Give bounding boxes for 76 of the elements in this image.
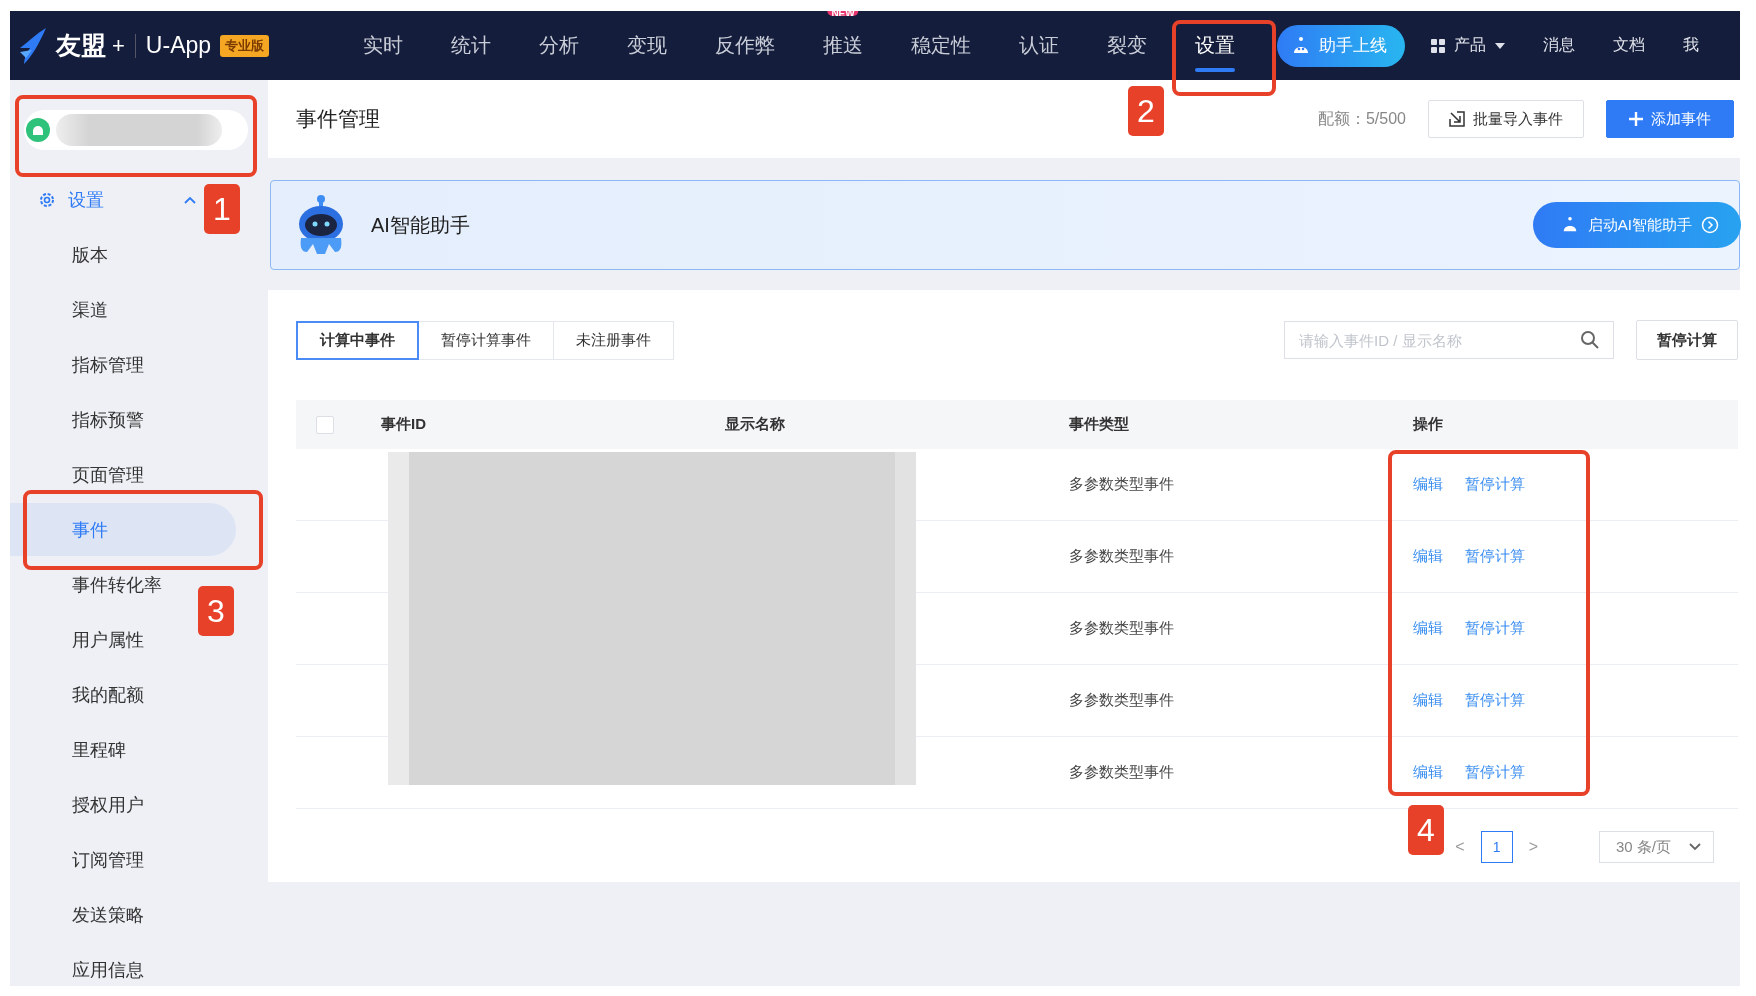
search-field[interactable]: 请输入事件ID / 显示名称 <box>1284 321 1614 359</box>
nav-tab[interactable]: 统计 <box>427 11 516 80</box>
brand-name: 友盟 <box>56 30 106 61</box>
page-size-select[interactable]: 30 条/页 <box>1598 831 1714 863</box>
settings-icon <box>38 190 56 209</box>
nav-tab[interactable]: 稳定性 <box>887 11 996 80</box>
sidebar-item[interactable]: 渠道 <box>10 283 236 336</box>
nav-tab[interactable]: 裂变 <box>1083 11 1172 80</box>
select-all-checkbox[interactable] <box>316 416 334 434</box>
settings-section[interactable]: 设置 <box>38 179 104 220</box>
page-button[interactable]: 1 <box>1480 831 1513 863</box>
step-number: 4 <box>1408 805 1444 855</box>
sidebar-item[interactable]: 里程碑 <box>10 723 236 776</box>
column-header: 事件类型 <box>1069 415 1129 432</box>
sidebar-item[interactable]: 订阅管理 <box>10 833 236 886</box>
table-cell: 多参数类型事件 <box>1069 763 1174 780</box>
import-button[interactable]: 批量导入事件 <box>1428 100 1584 138</box>
pause-link[interactable]: 暂停计算 <box>1465 547 1525 564</box>
sidebar-item[interactable]: 页面管理 <box>10 448 236 501</box>
column-header: 操作 <box>1413 415 1443 432</box>
table-cell: 多参数类型事件 <box>1069 691 1174 708</box>
sidebar-item[interactable]: 授权用户 <box>10 778 236 831</box>
table-cell: 多参数类型事件 <box>1069 547 1174 564</box>
edit-link[interactable]: 编辑 <box>1413 547 1443 564</box>
edit-link[interactable]: 编辑 <box>1413 691 1443 708</box>
table-cell: 多参数类型事件 <box>1069 619 1174 636</box>
android-icon <box>26 118 50 142</box>
edit-link[interactable]: 编辑 <box>1413 619 1443 636</box>
sidebar-item[interactable]: 应用信息 <box>10 943 236 986</box>
sidebar-item[interactable]: 我的配额 <box>10 668 236 721</box>
quota-text: 配额：5/500 <box>1317 108 1406 129</box>
pause-link[interactable]: 暂停计算 <box>1465 691 1525 708</box>
filter-tab[interactable]: 计算中事件 <box>296 320 419 360</box>
column-header: 显示名称 <box>725 415 785 432</box>
sidebar-item[interactable]: 发送策略 <box>10 888 236 941</box>
docs-link[interactable]: 文档 <box>1613 35 1646 56</box>
active-underline <box>1195 68 1236 72</box>
step-number: 2 <box>1128 86 1164 136</box>
add-event-button[interactable]: 添加事件 <box>1606 100 1734 138</box>
grid-icon <box>1431 38 1446 53</box>
pause-link[interactable]: 暂停计算 <box>1465 763 1525 780</box>
column-header: 事件ID <box>381 415 426 432</box>
plus-icon <box>1629 112 1643 126</box>
banner-title: AI智能助手 <box>371 212 470 238</box>
messages-link[interactable]: 消息 <box>1543 35 1576 56</box>
filter-tab[interactable]: 未注册事件 <box>553 320 674 360</box>
edition-badge: 专业版 <box>220 34 270 57</box>
pause-link[interactable]: 暂停计算 <box>1465 475 1525 492</box>
plus-sign: + <box>112 32 125 59</box>
page-title: 事件管理 <box>296 106 380 132</box>
nav-tab[interactable]: 实时 <box>339 11 428 80</box>
product-name: U-App <box>145 32 212 59</box>
step-number: 3 <box>198 586 234 636</box>
sidebar-item[interactable]: 指标管理 <box>10 338 236 391</box>
nav-tab[interactable]: 变现 <box>603 11 692 80</box>
products-menu[interactable]: 产品 <box>1431 35 1506 56</box>
search-icon <box>1580 330 1600 350</box>
edit-link[interactable]: 编辑 <box>1413 475 1443 492</box>
nav-tab[interactable]: 分析 <box>515 11 604 80</box>
account-link[interactable]: 我 <box>1683 35 1700 56</box>
pause-button[interactable]: 暂停计算 <box>1636 320 1738 360</box>
arrow-circle-icon <box>1701 216 1719 234</box>
edit-link[interactable]: 编辑 <box>1413 763 1443 780</box>
pause-link[interactable]: 暂停计算 <box>1465 619 1525 636</box>
import-icon <box>1449 111 1465 127</box>
caret-icon <box>1495 42 1506 49</box>
nav-tab[interactable]: 反作弊 <box>691 11 800 80</box>
nav-tab[interactable]: 设置 <box>1171 11 1260 80</box>
sidebar-item[interactable]: 指标预警 <box>10 393 236 446</box>
app-selector[interactable] <box>24 110 248 150</box>
filter-tab[interactable]: 暂停计算事件 <box>418 320 554 360</box>
chevron-icon <box>1689 843 1701 851</box>
step-number: 1 <box>204 184 240 234</box>
table-cell: 多参数类型事件 <box>1069 475 1174 492</box>
nav-tab[interactable]: 认证 <box>995 11 1084 80</box>
logo-icon <box>18 25 48 66</box>
